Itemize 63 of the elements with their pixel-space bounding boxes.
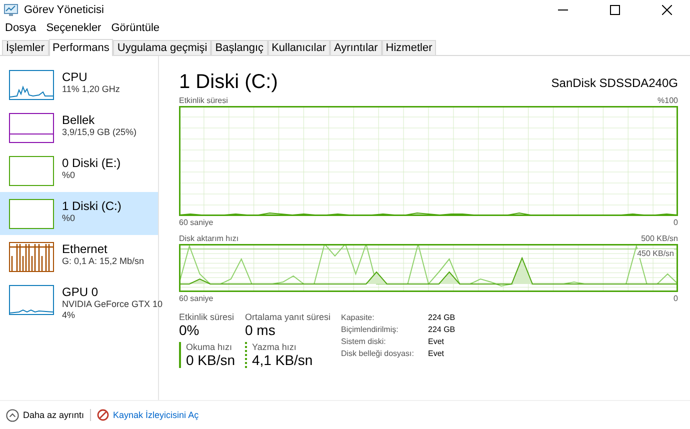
menu-item[interactable]: Görüntüle xyxy=(111,22,160,34)
axis-label: 60 saniye xyxy=(179,294,214,304)
scale-marker: 450 KB/sn xyxy=(637,249,674,258)
tab[interactable]: Ayrıntılar xyxy=(330,40,382,55)
property-label: Biçimlendirilmiş: xyxy=(341,324,400,336)
resource-name: 0 Diski (E:) xyxy=(62,156,121,170)
fewer-details-link[interactable]: Daha az ayrıntı xyxy=(6,408,84,422)
stat-label: Yazma hızı xyxy=(252,342,298,352)
tab[interactable]: Hizmetler xyxy=(382,40,436,55)
resource-detail: 4% xyxy=(62,310,76,321)
resource-name: Ethernet xyxy=(62,242,108,256)
tab[interactable]: İşlemler xyxy=(2,40,49,55)
sidebar-item[interactable]: CPU 11% 1,20 GHz xyxy=(0,63,158,106)
close-icon xyxy=(662,5,672,15)
sidebar-item[interactable]: 1 Diski (C:) %0 xyxy=(0,192,158,235)
prohibited-icon xyxy=(97,409,110,421)
sidebar-item[interactable]: Bellek 3,9/15,9 GB (25%) xyxy=(0,106,158,149)
menu-item[interactable]: Dosya xyxy=(5,22,36,34)
stat-label: Ortalama yanıt süresi xyxy=(245,312,329,322)
stat-value: 0 ms xyxy=(245,322,276,338)
task-manager-icon xyxy=(4,4,18,16)
disk-title: 1 Diski (C:) xyxy=(179,71,278,94)
chart-label: Disk aktarım hızı xyxy=(179,234,239,244)
resource-name: 1 Diski (C:) xyxy=(62,199,122,213)
resource-monitor-link[interactable]: Kaynak İzleyicisini Aç xyxy=(97,409,199,421)
property-label: Kapasite: xyxy=(341,312,376,324)
tab[interactable]: Performans xyxy=(48,39,114,56)
resource-detail: %0 xyxy=(62,170,76,181)
axis-label: 0 xyxy=(674,218,678,228)
chevron-up-icon xyxy=(6,408,19,422)
stat-value: 0 KB/sn xyxy=(186,352,236,368)
property-value: Evet xyxy=(428,336,446,348)
property-value: 224 GB xyxy=(428,312,456,324)
property-label: Disk belleği dosyası: xyxy=(341,348,415,360)
property-value: 224 GB xyxy=(428,324,456,336)
disk-model: SanDisk SDSSDA240G xyxy=(551,76,678,90)
property-label: Sistem diski: xyxy=(341,336,387,348)
maximize-icon xyxy=(610,5,620,15)
window-title: Görev Yöneticisi xyxy=(24,4,105,16)
sidebar-item[interactable]: 0 Diski (E:) %0 xyxy=(0,149,158,192)
chart-label: Etkinlik süresi xyxy=(179,96,228,106)
axis-label: %100 xyxy=(658,96,678,106)
resource-detail: 3,9/15,9 GB (25%) xyxy=(62,127,137,138)
resource-name: GPU 0 xyxy=(62,285,100,299)
resource-name: CPU xyxy=(62,70,88,84)
axis-label: 0 xyxy=(674,294,678,304)
menu-item[interactable]: Seçenekler xyxy=(46,22,102,34)
tab[interactable]: Başlangıç xyxy=(211,40,268,55)
stat-value: 0% xyxy=(179,322,200,338)
axis-label: 60 saniye xyxy=(179,218,214,228)
resource-detail: NVIDIA GeForce GTX 10 xyxy=(62,299,163,310)
stat-value: 4,1 KB/sn xyxy=(252,352,314,368)
tab[interactable]: Uygulama geçmişi xyxy=(113,40,212,55)
axis-label: 500 KB/sn xyxy=(641,234,678,244)
resource-detail: %0 xyxy=(62,213,76,224)
tab[interactable]: Kullanıcılar xyxy=(268,40,330,55)
property-value: Evet xyxy=(428,348,446,360)
stat-label: Okuma hızı xyxy=(186,342,234,352)
stat-label: Etkinlik süresi xyxy=(179,312,236,322)
sidebar-item[interactable]: Ethernet G: 0,1 A: 15,2 Mb/sn xyxy=(0,235,158,278)
resource-detail: G: 0,1 A: 15,2 Mb/sn xyxy=(62,256,144,267)
resource-detail: 11% 1,20 GHz xyxy=(62,84,120,95)
resource-name: Bellek xyxy=(62,113,96,127)
